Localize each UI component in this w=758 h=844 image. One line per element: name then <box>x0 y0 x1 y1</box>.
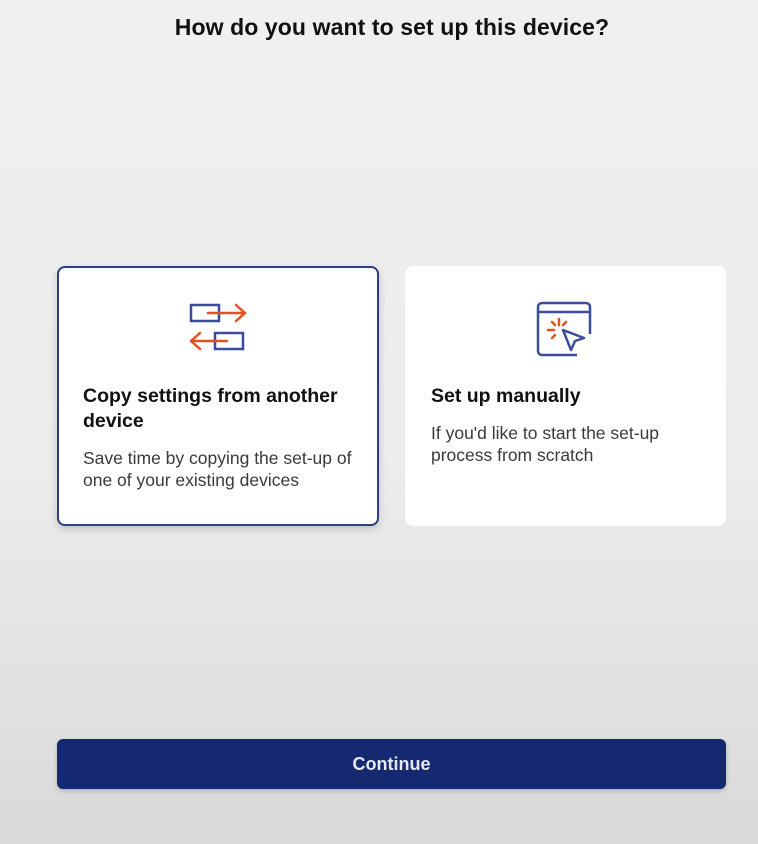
option-set-up-manually-card[interactable]: Set up manually If you'd like to start t… <box>405 266 726 526</box>
window-cursor-icon <box>536 301 592 357</box>
option-copy-settings-description: Save time by copying the set-up of one o… <box>83 448 352 490</box>
continue-button[interactable]: Continue <box>57 739 726 789</box>
option-copy-settings-title: Copy settings from another device <box>83 385 338 432</box>
transfer-arrows-icon <box>189 303 247 351</box>
option-set-up-manually-description: If you'd like to start the set-up proces… <box>431 423 660 465</box>
option-copy-settings-card[interactable]: Copy settings from another device Save t… <box>57 266 379 526</box>
option-set-up-manually-title: Set up manually <box>431 385 581 407</box>
page-title: How do you want to set up this device? <box>174 14 610 40</box>
